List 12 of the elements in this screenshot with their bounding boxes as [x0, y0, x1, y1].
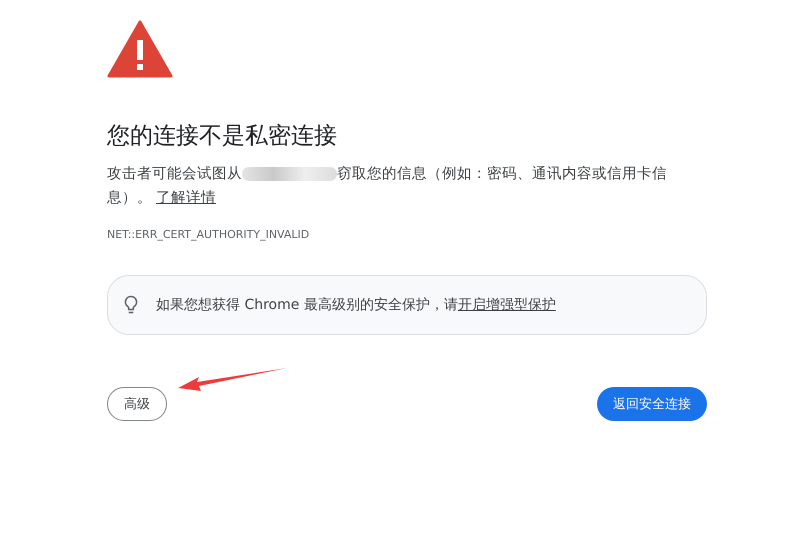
page-title: 您的连接不是私密连接 [107, 122, 338, 151]
learn-more-link[interactable]: 了解详情 [156, 186, 216, 210]
enhanced-protection-link[interactable]: 开启增强型保护 [458, 297, 556, 313]
description-text: 息）。 [107, 189, 152, 208]
advanced-button[interactable]: 高级 [107, 387, 167, 421]
error-code: NET::ERR_CERT_AUTHORITY_INVALID [107, 228, 310, 241]
lightbulb-icon [124, 295, 138, 315]
tip-text: 如果您想获得 Chrome 最高级别的安全保护，请开启增强型保护 [156, 296, 556, 314]
description-text: 攻击者可能会试图从 [107, 165, 242, 184]
description-text: 窃取您的信息（例如：密码、通讯内容或信用卡信 [337, 164, 667, 184]
warning-icon [107, 20, 173, 78]
back-to-safety-button[interactable]: 返回安全连接 [597, 387, 707, 421]
